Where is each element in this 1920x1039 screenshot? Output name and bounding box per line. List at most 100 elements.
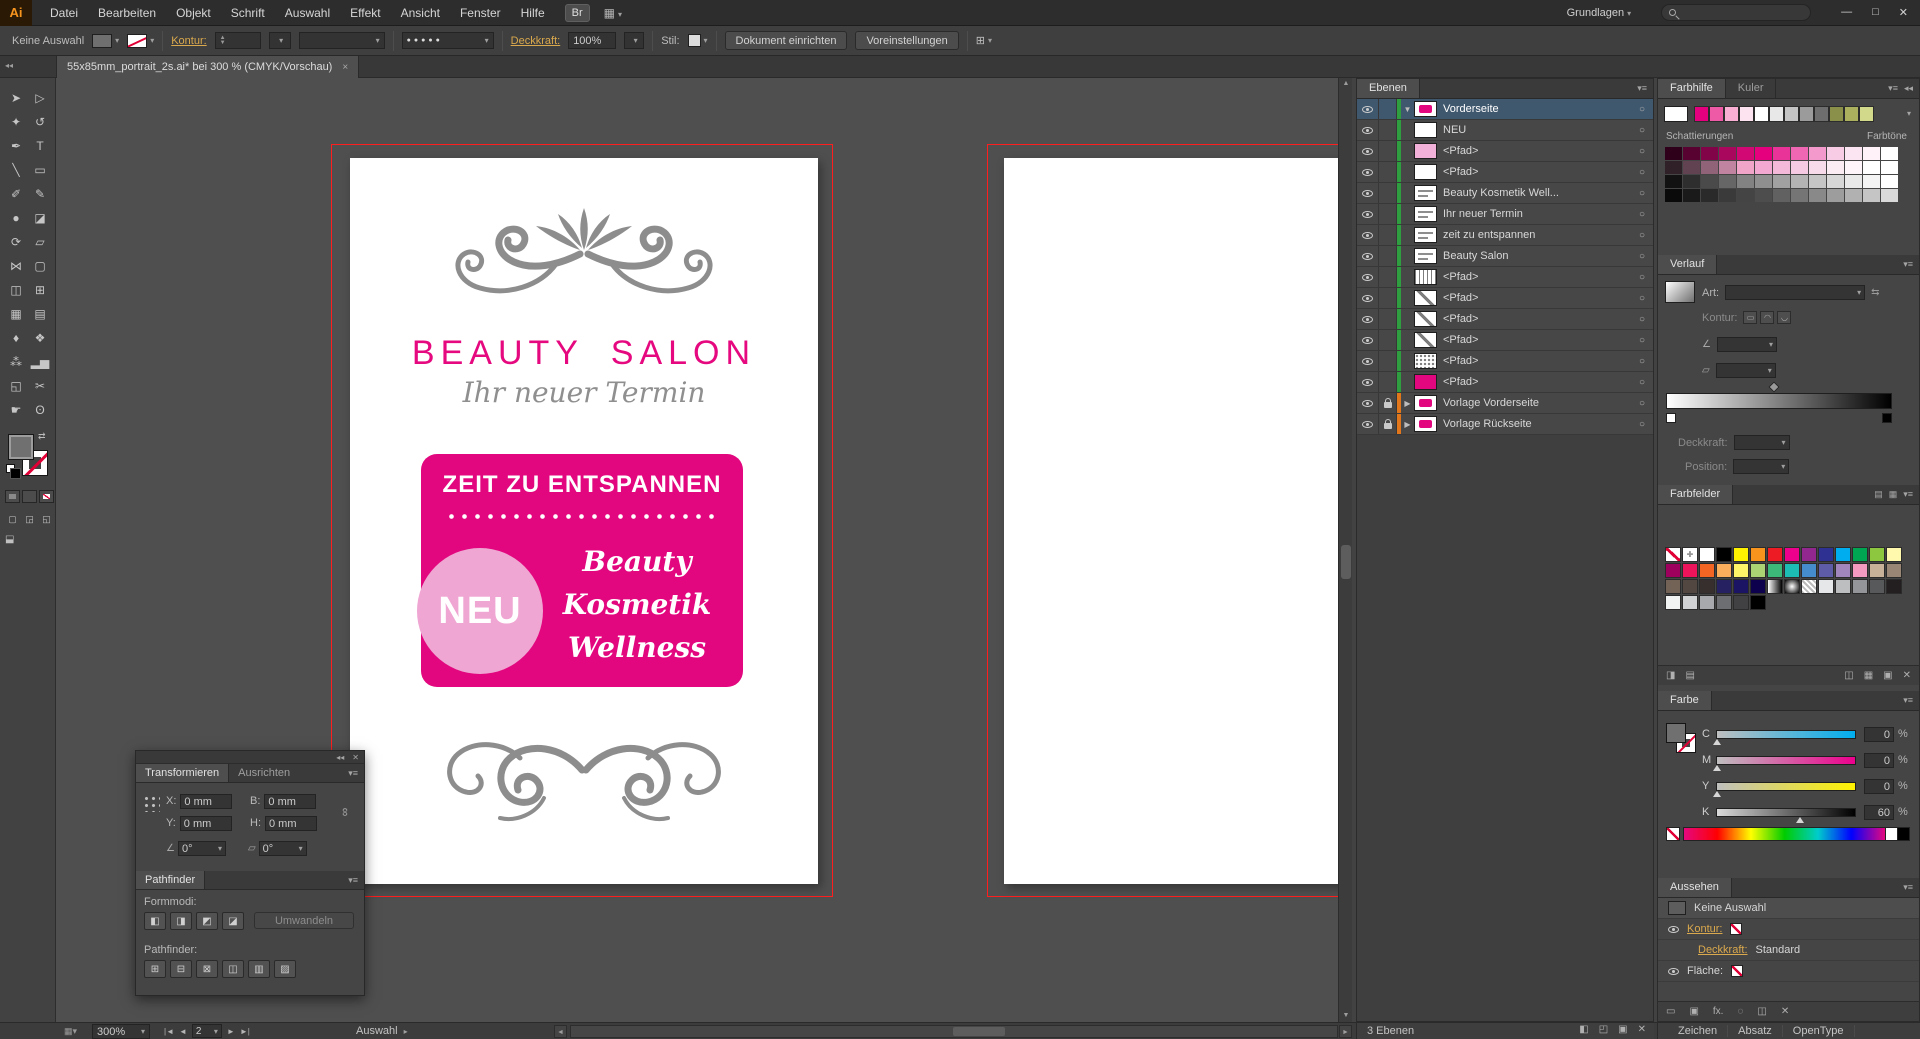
- tab-pathfinder[interactable]: Pathfinder: [136, 871, 205, 889]
- panel-tab-zeichen[interactable]: Zeichen: [1668, 1025, 1728, 1037]
- width-tool[interactable]: ⋈: [5, 255, 27, 277]
- selection-tool[interactable]: ➤: [5, 87, 27, 109]
- swatch[interactable]: [1699, 595, 1715, 610]
- shade-swatch[interactable]: [1755, 147, 1772, 160]
- visibility-toggle[interactable]: [1357, 204, 1379, 224]
- swatch[interactable]: [1869, 579, 1885, 594]
- harmony-swatch[interactable]: [1814, 106, 1829, 122]
- gradient-tool[interactable]: ▤: [29, 303, 51, 325]
- swatch[interactable]: [1699, 579, 1715, 594]
- channel-slider[interactable]: [1716, 782, 1856, 791]
- color-mode-button[interactable]: [5, 490, 20, 503]
- shade-swatch[interactable]: [1827, 161, 1844, 174]
- slice-tool[interactable]: ✂: [29, 375, 51, 397]
- black-chip[interactable]: [1898, 827, 1910, 841]
- shade-swatch[interactable]: [1827, 147, 1844, 160]
- visibility-toggle[interactable]: [1357, 267, 1379, 287]
- tab-ausrichten[interactable]: Ausrichten: [229, 764, 299, 782]
- menu-item-hilfe[interactable]: Hilfe: [511, 0, 555, 25]
- artboard-tool[interactable]: ◱: [5, 375, 27, 397]
- layer-row[interactable]: Beauty Kosmetik Well...○: [1357, 183, 1653, 204]
- shade-swatch[interactable]: [1791, 189, 1808, 202]
- swatch[interactable]: [1835, 579, 1851, 594]
- target-circle[interactable]: ○: [1631, 293, 1653, 304]
- stroke-across-button[interactable]: ◡: [1777, 311, 1791, 324]
- exclude-button[interactable]: ◪: [222, 912, 244, 930]
- make-clipping-mask-icon[interactable]: ◧: [1579, 1024, 1588, 1035]
- visibility-eye-icon[interactable]: [1668, 926, 1679, 933]
- shade-swatch[interactable]: [1881, 175, 1898, 188]
- shade-swatch[interactable]: [1683, 147, 1700, 160]
- artboard-number-dropdown[interactable]: 2▾: [192, 1024, 222, 1038]
- swatch[interactable]: [1733, 579, 1749, 594]
- eyedropper-tool[interactable]: ♦: [5, 327, 27, 349]
- stroke-within-button[interactable]: ▭: [1743, 311, 1757, 324]
- lasso-tool[interactable]: ↺: [29, 111, 51, 133]
- swatch[interactable]: [1716, 595, 1732, 610]
- hand-tool[interactable]: ☛: [5, 399, 27, 421]
- visibility-toggle[interactable]: [1357, 414, 1379, 434]
- shade-swatch[interactable]: [1845, 161, 1862, 174]
- swatch[interactable]: [1784, 579, 1800, 594]
- target-circle[interactable]: ○: [1631, 251, 1653, 262]
- shade-swatch[interactable]: [1755, 161, 1772, 174]
- shade-swatch[interactable]: [1827, 175, 1844, 188]
- none-mode-button[interactable]: [39, 490, 54, 503]
- delete-layer-icon[interactable]: ✕: [1638, 1024, 1646, 1035]
- gradient-stop-start[interactable]: [1666, 413, 1676, 423]
- tab-farbhilfe[interactable]: Farbhilfe: [1658, 79, 1726, 98]
- line-tool[interactable]: ╲: [5, 159, 27, 181]
- draw-inside-button[interactable]: ◱: [39, 512, 54, 526]
- shade-swatch[interactable]: [1791, 147, 1808, 160]
- swatch[interactable]: [1801, 579, 1817, 594]
- shade-swatch[interactable]: [1755, 175, 1772, 188]
- harmony-swatch[interactable]: [1739, 106, 1754, 122]
- panel-menu-icon[interactable]: ▾≡: [348, 875, 358, 886]
- visibility-toggle[interactable]: [1357, 309, 1379, 329]
- opacity-field[interactable]: 100%: [568, 32, 616, 49]
- harmony-swatch[interactable]: [1769, 106, 1784, 122]
- target-circle[interactable]: ○: [1631, 209, 1653, 220]
- target-circle[interactable]: ○: [1631, 188, 1653, 199]
- swatch[interactable]: [1767, 547, 1783, 562]
- layer-expander[interactable]: ▶: [1401, 420, 1414, 429]
- base-color-swatch[interactable]: [1664, 106, 1688, 122]
- stroke-weight-link[interactable]: Kontur:: [171, 35, 206, 47]
- layer-expander[interactable]: ▶: [1401, 399, 1414, 408]
- shade-swatch[interactable]: [1809, 147, 1826, 160]
- swatch-options-icon[interactable]: ◫: [1844, 670, 1853, 681]
- slider-thumb[interactable]: [1796, 817, 1804, 823]
- harmony-swatch[interactable]: [1799, 106, 1814, 122]
- brush-definition-dropdown[interactable]: ●●●●●▾: [402, 32, 494, 49]
- visibility-eye-icon[interactable]: [1668, 968, 1679, 975]
- target-circle[interactable]: ○: [1631, 230, 1653, 241]
- field-input[interactable]: 0 mm: [180, 794, 232, 809]
- visibility-toggle[interactable]: [1357, 183, 1379, 203]
- channel-slider[interactable]: [1716, 808, 1856, 817]
- lock-toggle[interactable]: [1379, 120, 1397, 140]
- spectrum-ramp[interactable]: [1683, 827, 1886, 841]
- slider-thumb[interactable]: [1713, 765, 1721, 771]
- tab-ebenen[interactable]: Ebenen: [1357, 79, 1420, 98]
- intersect-button[interactable]: ◩: [196, 912, 218, 930]
- layer-row[interactable]: ▼Vorderseite○: [1357, 99, 1653, 120]
- target-circle[interactable]: ○: [1631, 167, 1653, 178]
- appearance-opacity-row[interactable]: Deckkraft: Standard: [1658, 940, 1919, 961]
- gradient-angle-combo[interactable]: ▾: [1717, 337, 1777, 352]
- layer-row[interactable]: ▶Vorlage Vorderseite○: [1357, 393, 1653, 414]
- horizontal-scroll-thumb[interactable]: [953, 1027, 1005, 1036]
- lock-toggle[interactable]: [1379, 330, 1397, 350]
- shade-swatch[interactable]: [1701, 189, 1718, 202]
- list-view-icon[interactable]: ▤: [1874, 489, 1883, 500]
- first-artboard-icon[interactable]: |◄: [164, 1027, 174, 1036]
- channel-value[interactable]: 60: [1864, 805, 1894, 820]
- lock-toggle[interactable]: [1379, 414, 1397, 434]
- panel-tab-absatz[interactable]: Absatz: [1728, 1025, 1783, 1037]
- shade-swatch[interactable]: [1701, 147, 1718, 160]
- shade-swatch[interactable]: [1827, 189, 1844, 202]
- harmony-swatch[interactable]: [1694, 106, 1709, 122]
- harmony-swatch[interactable]: [1859, 106, 1874, 122]
- field-input[interactable]: 0 mm: [264, 794, 316, 809]
- target-circle[interactable]: ○: [1631, 272, 1653, 283]
- eraser-tool[interactable]: ◪: [29, 207, 51, 229]
